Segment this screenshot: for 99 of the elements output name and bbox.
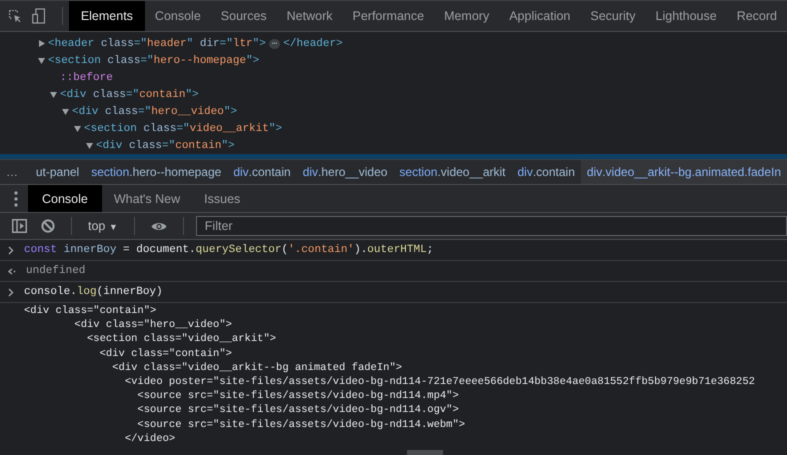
attribute-name: class bbox=[105, 106, 138, 118]
tag-text: <section bbox=[84, 122, 138, 134]
disclosure-triangle-icon[interactable] bbox=[50, 91, 57, 98]
panel-tab[interactable]: Performance bbox=[342, 1, 434, 31]
inspect-icon[interactable] bbox=[8, 7, 22, 25]
code-text: ( bbox=[281, 244, 288, 256]
tag-text: =" bbox=[140, 54, 154, 66]
attribute-value: hero__video bbox=[151, 106, 224, 118]
disclosure-triangle-icon[interactable] bbox=[38, 40, 45, 47]
log-output-line: <div class="hero__video"> bbox=[73, 318, 232, 332]
attribute-value: contain bbox=[139, 88, 186, 100]
scrollbar-thumb[interactable] bbox=[407, 450, 443, 455]
more-options-icon[interactable] bbox=[14, 190, 18, 206]
log-output-line: <source src="site-files/assets/video-bg-nd114.mp4"> bbox=[136, 389, 459, 404]
tag-text: =" bbox=[176, 122, 190, 134]
log-output-line: <source src="site-files/assets/video-bg-nd114.webm"> bbox=[136, 418, 466, 432]
method-name: log bbox=[76, 286, 97, 298]
attribute-name: class bbox=[143, 122, 176, 134]
device-toolbar-icon[interactable] bbox=[32, 6, 46, 26]
tag-text: =" bbox=[220, 38, 233, 50]
tag-text: =" bbox=[134, 38, 148, 50]
tag-text: "> bbox=[268, 122, 282, 134]
breadcrumb[interactable]: div.video__arkit--bg.animated.fadeIn bbox=[580, 160, 787, 184]
variable-name: innerBoy bbox=[64, 244, 116, 256]
code-text: ; bbox=[426, 244, 434, 256]
attribute-name: class bbox=[93, 88, 126, 100]
attribute-value: hero--homepage bbox=[154, 54, 246, 66]
tag-text: <div bbox=[96, 140, 124, 152]
log-output-line: </video> bbox=[124, 432, 176, 446]
result-value: undefined bbox=[26, 265, 86, 277]
log-output-line: <video poster="site-files/assets/video-bg-nd114-721e7eeee566deb14bb38e4ae0a81552ffb5b979e9b71e368252 bbox=[124, 374, 755, 390]
disclosure-triangle-icon[interactable] bbox=[74, 125, 81, 132]
panel-tab[interactable]: Application bbox=[499, 1, 580, 31]
code-text: ). bbox=[354, 244, 368, 256]
string-literal: '.contain' bbox=[288, 244, 354, 256]
method-name: outerHTML bbox=[367, 244, 427, 256]
prompt-chevron-icon bbox=[8, 288, 14, 296]
code-text: console. bbox=[24, 286, 77, 298]
panel-tab[interactable]: Security bbox=[580, 1, 646, 31]
drawer-tab[interactable]: Issues bbox=[192, 185, 252, 212]
tag-text: =" bbox=[126, 88, 140, 100]
tag-text: =" bbox=[162, 140, 176, 152]
pseudo-element: ::before bbox=[60, 72, 113, 84]
tag-text: "> bbox=[224, 106, 238, 118]
tag-text: "> bbox=[221, 140, 235, 152]
tag-text: <header bbox=[48, 38, 96, 50]
attribute-name: class bbox=[100, 38, 134, 50]
panel-tab[interactable]: Record bbox=[726, 1, 787, 31]
drawer-tab[interactable]: What's New bbox=[102, 185, 192, 212]
log-output-line: <div class="contain"> bbox=[24, 304, 156, 318]
attribute-value: contain bbox=[175, 140, 222, 152]
tag-text: <section bbox=[48, 54, 102, 66]
attribute-name: dir bbox=[200, 38, 220, 50]
panel-tab[interactable]: Elements bbox=[68, 1, 145, 31]
attribute-value: ltr bbox=[232, 38, 253, 50]
tag-text: <div bbox=[72, 106, 100, 118]
log-output-line: <div class="contain"> bbox=[98, 346, 232, 361]
tag-text: <div bbox=[60, 88, 88, 100]
breadcrumb[interactable]: section.hero--homepage bbox=[85, 160, 228, 184]
log-output-line: <source src="site-files/assets/video-bg-nd114.ogv"> bbox=[136, 403, 459, 418]
disclosure-triangle-icon[interactable] bbox=[38, 57, 45, 64]
breadcrumb[interactable]: ut-panel bbox=[30, 160, 86, 184]
attribute-value: header bbox=[147, 38, 187, 50]
breadcrumb[interactable]: div.hero__video bbox=[296, 160, 394, 184]
log-output-line: <section class="video__arkit"> bbox=[86, 332, 276, 347]
clear-console-icon[interactable] bbox=[41, 219, 55, 233]
tag-text: "> bbox=[185, 88, 199, 100]
panel-tab[interactable]: Console bbox=[144, 1, 211, 31]
breadcrumb-overflow[interactable]: … bbox=[0, 160, 30, 184]
context-select[interactable]: top ▼ bbox=[84, 219, 122, 233]
prompt-chevron-icon bbox=[8, 246, 14, 254]
panel-tab[interactable]: Network bbox=[276, 1, 342, 31]
tag-text: </header> bbox=[283, 38, 343, 50]
tag-text: " bbox=[186, 38, 194, 50]
attribute-name: class bbox=[129, 140, 162, 152]
filter-field[interactable]: Filter bbox=[196, 216, 787, 236]
panel-tab[interactable]: Lighthouse bbox=[646, 1, 727, 31]
method-name: querySelector bbox=[196, 244, 282, 256]
tag-text: =" bbox=[138, 106, 152, 118]
eye-icon[interactable] bbox=[150, 220, 167, 232]
tag-text: "> bbox=[252, 38, 266, 50]
keyword: const bbox=[24, 244, 58, 256]
log-output-line: <div class="video__arkit--bg animated fadeIn"> bbox=[111, 360, 402, 375]
disclosure-triangle-icon[interactable] bbox=[86, 142, 93, 149]
breadcrumb[interactable]: section.video__arkit bbox=[393, 160, 512, 184]
breadcrumb[interactable]: div.contain bbox=[512, 160, 581, 184]
sidebar-toggle-icon[interactable] bbox=[12, 219, 27, 233]
panel-tab[interactable]: Memory bbox=[434, 1, 500, 31]
drawer-tab[interactable]: Console bbox=[28, 185, 102, 212]
breadcrumb[interactable]: div.contain bbox=[227, 160, 297, 184]
attribute-name: class bbox=[107, 54, 140, 66]
code-text: (innerBoy) bbox=[96, 286, 163, 298]
code-text: = document. bbox=[122, 244, 196, 256]
collapsed-ellipsis[interactable]: ⋯ bbox=[268, 38, 280, 48]
attribute-value: video__arkit bbox=[190, 122, 269, 134]
tag-text: "> bbox=[246, 54, 260, 66]
disclosure-triangle-icon[interactable] bbox=[62, 108, 69, 115]
panel-tab[interactable]: Sources bbox=[210, 1, 277, 31]
return-arrow-icon bbox=[8, 268, 16, 274]
